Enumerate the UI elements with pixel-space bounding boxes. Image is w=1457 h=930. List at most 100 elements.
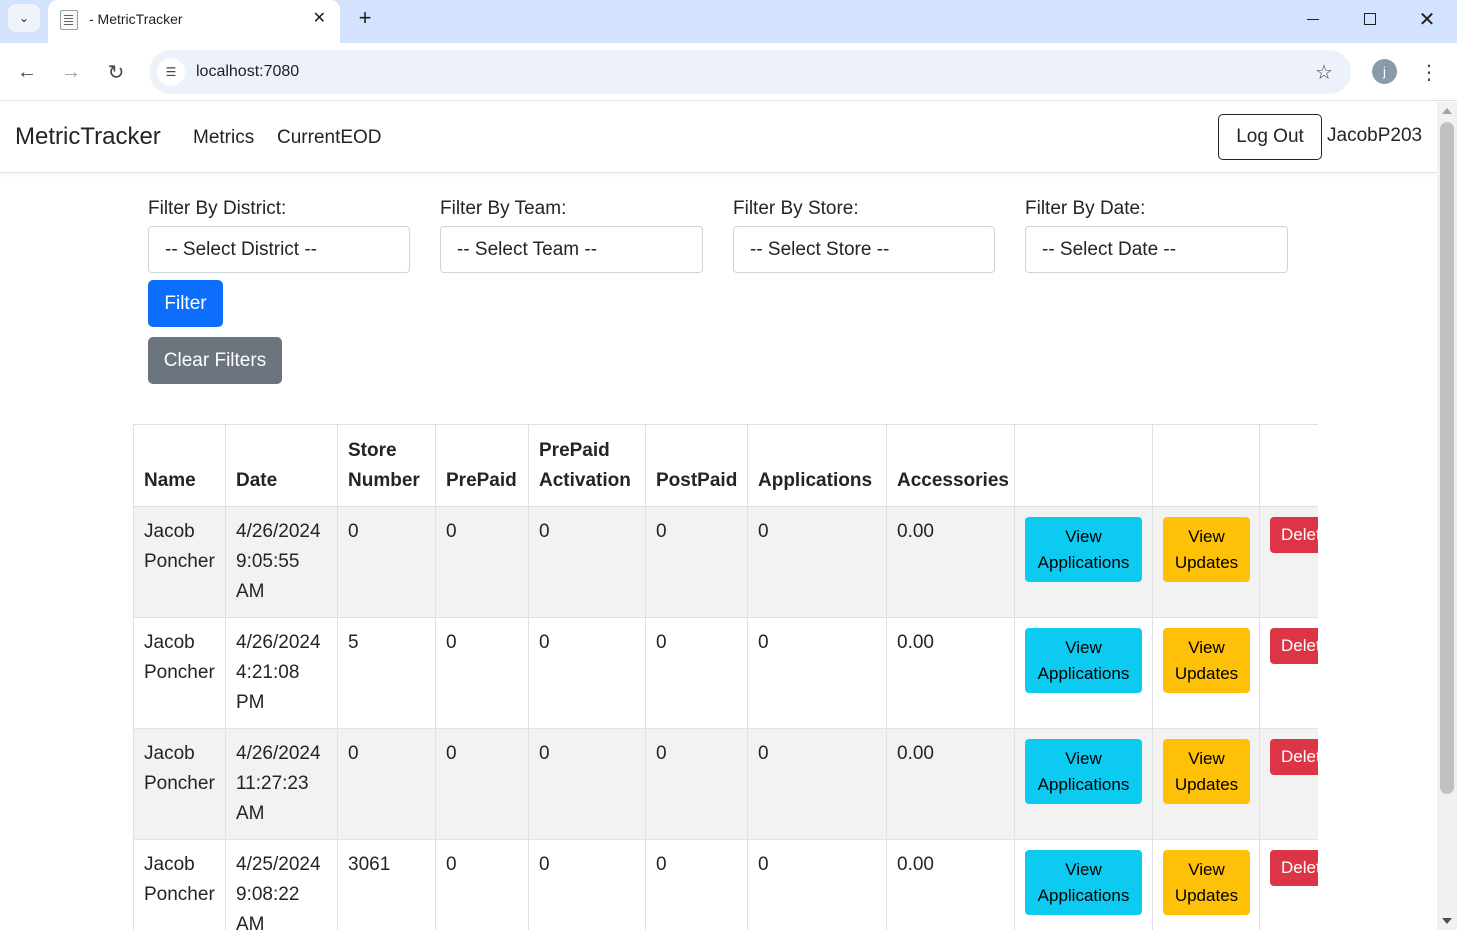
filter-store-label: Filter By Store:	[733, 198, 859, 219]
filter-district-group: Filter By District: -- Select District -…	[148, 198, 410, 273]
cell-delete: Delete	[1259, 839, 1318, 930]
cell-postpaid: 0	[645, 506, 748, 618]
cell-prepaid-activation: 0	[528, 506, 646, 618]
username-label: JacobP203	[1327, 125, 1423, 146]
view-applications-button[interactable]: View Applications	[1025, 628, 1142, 693]
team-select[interactable]: -- Select Team --	[440, 226, 703, 273]
scrollbar-thumb[interactable]	[1440, 122, 1454, 794]
metrics-table-container[interactable]: Name Date Store Number PrePaid PrePaid A…	[133, 424, 1318, 930]
table-row: Jacob Poncher 4/26/2024 9:05:55 AM 0 0 0…	[133, 506, 1318, 618]
cell-store: 0	[337, 728, 436, 840]
delete-button[interactable]: Delete	[1270, 517, 1318, 553]
window-maximize-icon[interactable]	[1355, 6, 1385, 32]
filter-button[interactable]: Filter	[148, 280, 223, 327]
date-select[interactable]: -- Select Date --	[1025, 226, 1288, 273]
cell-accessories: 0.00	[886, 617, 1015, 729]
cell-accessories: 0.00	[886, 839, 1015, 930]
cell-store: 5	[337, 617, 436, 729]
col-header-prepaid: PrePaid	[435, 424, 529, 507]
address-bar[interactable]: ☰ localhost:7080 ☆	[149, 50, 1351, 94]
store-select[interactable]: -- Select Store --	[733, 226, 995, 273]
col-header-store-number: Store Number	[337, 424, 436, 507]
col-header-view-updates	[1152, 424, 1260, 507]
view-applications-button[interactable]: View Applications	[1025, 850, 1142, 915]
window-close-icon[interactable]: ✕	[1412, 6, 1442, 32]
col-header-postpaid: PostPaid	[645, 424, 748, 507]
col-header-date: Date	[225, 424, 338, 507]
window-minimize-icon[interactable]	[1298, 6, 1328, 32]
cell-accessories: 0.00	[886, 728, 1015, 840]
col-header-name: Name	[133, 424, 226, 507]
cell-applications: 0	[747, 506, 887, 618]
view-applications-button[interactable]: View Applications	[1025, 739, 1142, 804]
cell-view-updates: View Updates	[1152, 617, 1260, 729]
cell-view-apps: View Applications	[1014, 728, 1153, 840]
bookmark-star-icon[interactable]: ☆	[1315, 60, 1333, 85]
cell-prepaid: 0	[435, 839, 529, 930]
new-tab-plus-icon[interactable]: +	[352, 4, 378, 32]
clear-filters-button[interactable]: Clear Filters	[148, 337, 282, 384]
cell-view-apps: View Applications	[1014, 839, 1153, 930]
view-updates-button[interactable]: View Updates	[1163, 628, 1250, 693]
tab-close-icon[interactable]: ✕	[313, 8, 326, 28]
scroll-up-arrow-icon[interactable]	[1442, 108, 1452, 114]
delete-button[interactable]: Delete	[1270, 850, 1318, 886]
logout-button[interactable]: Log Out	[1218, 114, 1322, 160]
page-viewport: MetricTracker Metrics CurrentEOD Log Out…	[0, 102, 1437, 930]
filter-district-label: Filter By District:	[148, 198, 287, 219]
cell-view-updates: View Updates	[1152, 728, 1260, 840]
cell-prepaid-activation: 0	[528, 617, 646, 729]
delete-button[interactable]: Delete	[1270, 739, 1318, 775]
cell-applications: 0	[747, 839, 887, 930]
url-text[interactable]: localhost:7080	[196, 63, 299, 81]
profile-avatar[interactable]: j	[1372, 59, 1397, 84]
browser-menu-icon[interactable]: ⋮	[1419, 57, 1439, 87]
cell-view-apps: View Applications	[1014, 617, 1153, 729]
cell-delete: Delete	[1259, 506, 1318, 618]
cell-applications: 0	[747, 728, 887, 840]
view-updates-button[interactable]: View Updates	[1163, 850, 1250, 915]
view-updates-button[interactable]: View Updates	[1163, 517, 1250, 582]
cell-view-apps: View Applications	[1014, 506, 1153, 618]
metrics-table: Name Date Store Number PrePaid PrePaid A…	[133, 424, 1318, 930]
cell-store: 3061	[337, 839, 436, 930]
col-header-delete	[1259, 424, 1318, 507]
cell-name: Jacob Poncher	[133, 617, 226, 729]
cell-view-updates: View Updates	[1152, 839, 1260, 930]
back-arrow-icon[interactable]: ←	[12, 57, 42, 87]
filter-store-group: Filter By Store: -- Select Store --	[733, 198, 995, 273]
page-favicon-icon	[60, 10, 78, 30]
cell-applications: 0	[747, 617, 887, 729]
cell-name: Jacob Poncher	[133, 728, 226, 840]
reload-icon[interactable]: ↻	[101, 57, 131, 87]
cell-prepaid: 0	[435, 617, 529, 729]
nav-link-current-eod[interactable]: CurrentEOD	[277, 127, 382, 149]
cell-view-updates: View Updates	[1152, 506, 1260, 618]
site-info-icon[interactable]: ☰	[157, 58, 185, 86]
cell-postpaid: 0	[645, 839, 748, 930]
cell-accessories: 0.00	[886, 506, 1015, 618]
col-header-applications: Applications	[747, 424, 887, 507]
filter-date-group: Filter By Date: -- Select Date --	[1025, 198, 1288, 273]
cell-date: 4/25/2024 9:08:22 AM	[225, 839, 338, 930]
view-applications-button[interactable]: View Applications	[1025, 517, 1142, 582]
brand-link[interactable]: MetricTracker	[15, 123, 161, 151]
browser-tab[interactable]: - MetricTracker ✕	[48, 0, 340, 43]
page-scrollbar[interactable]	[1437, 102, 1457, 930]
delete-button[interactable]: Delete	[1270, 628, 1318, 664]
view-updates-button[interactable]: View Updates	[1163, 739, 1250, 804]
cell-prepaid: 0	[435, 728, 529, 840]
filter-team-group: Filter By Team: -- Select Team --	[440, 198, 703, 273]
filter-date-label: Filter By Date:	[1025, 198, 1146, 219]
cell-date: 4/26/2024 4:21:08 PM	[225, 617, 338, 729]
tab-search-chevron-icon[interactable]: ⌄	[8, 4, 40, 32]
district-select[interactable]: -- Select District --	[148, 226, 410, 273]
cell-store: 0	[337, 506, 436, 618]
table-header-row: Name Date Store Number PrePaid PrePaid A…	[133, 424, 1318, 507]
cell-postpaid: 0	[645, 617, 748, 729]
forward-arrow-icon[interactable]: →	[56, 57, 86, 87]
scroll-down-arrow-icon[interactable]	[1442, 918, 1452, 924]
table-row: Jacob Poncher 4/26/2024 11:27:23 AM 0 0 …	[133, 728, 1318, 840]
nav-link-metrics[interactable]: Metrics	[193, 127, 254, 149]
tab-title: - MetricTracker	[89, 11, 183, 27]
